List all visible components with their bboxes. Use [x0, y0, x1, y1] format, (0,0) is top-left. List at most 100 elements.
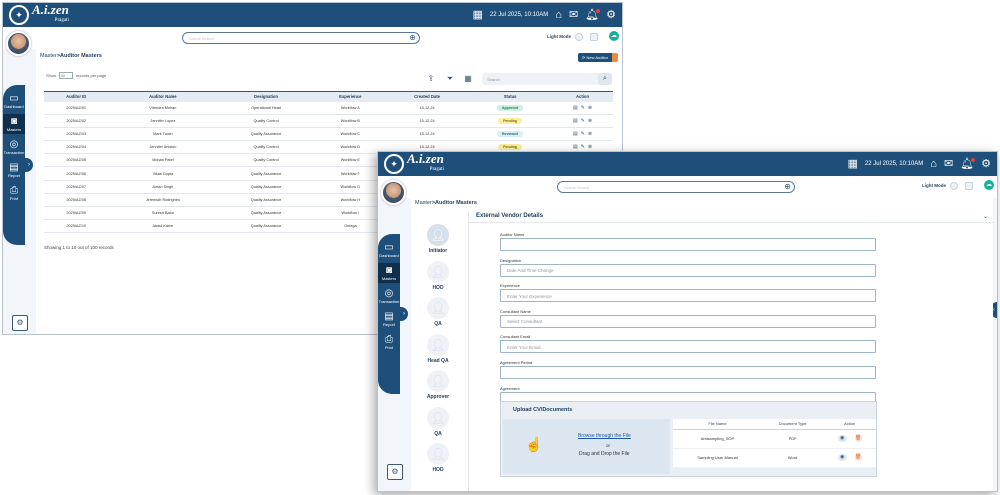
- edit-icon[interactable]: ✎: [581, 131, 585, 137]
- search-icon[interactable]: ⌕: [598, 73, 612, 85]
- home-icon[interactable]: ⌂: [930, 158, 937, 170]
- sidebar-toggle[interactable]: ›: [400, 307, 408, 321]
- records-label: records per page: [76, 73, 107, 78]
- sun-icon[interactable]: [950, 182, 958, 190]
- sidebar-item-report[interactable]: ▤ Report: [378, 309, 400, 329]
- breadcrumb-root[interactable]: Master: [415, 200, 432, 206]
- chevron-down-icon[interactable]: ⌄: [983, 213, 988, 220]
- avatar[interactable]: [6, 31, 31, 56]
- drop-zone[interactable]: ☝ Browse through the File or Drag and Dr…: [503, 419, 670, 474]
- drag-drop-label: Drag and Drop the File: [579, 451, 630, 457]
- folder-settings-icon[interactable]: ⚙: [387, 464, 403, 480]
- filter-icon[interactable]: ⏷: [445, 74, 455, 84]
- chat-icon[interactable]: ✉: [944, 158, 953, 170]
- form-input[interactable]: Enter Your Email: [500, 340, 876, 354]
- sidebar-item-print[interactable]: ⎙ Print: [378, 332, 400, 352]
- chat-bot-icon[interactable]: ☁: [984, 180, 994, 190]
- form-input[interactable]: [500, 238, 876, 251]
- sidebar-item-print[interactable]: ⎙ Print: [3, 183, 25, 203]
- browse-link[interactable]: Browse through the File: [578, 433, 631, 439]
- sidebar-item-report[interactable]: ▤ Report: [3, 160, 25, 180]
- file-type: PDF: [761, 429, 824, 449]
- edit-icon[interactable]: ✎: [581, 144, 585, 150]
- cell-experience: Workflow F: [314, 166, 386, 181]
- step-label: QA: [434, 430, 442, 437]
- sidebar-item-transaction[interactable]: ◎ Transaction: [378, 286, 400, 306]
- user-icon: 👤︎: [427, 297, 449, 319]
- vendor-panel: External Vendor Details ⌄ Auditor Name De…: [468, 211, 994, 491]
- sidebar-item-label: Masters: [381, 276, 397, 281]
- layout-icon[interactable]: [965, 182, 973, 190]
- calendar-icon[interactable]: ▦: [473, 9, 483, 21]
- table-row[interactable]: 2025/AZ/01 Virendra Mohan Operational Head…: [44, 101, 613, 116]
- trash-icon[interactable]: 🗑︎: [854, 435, 862, 442]
- gear-icon[interactable]: ⚙: [981, 158, 991, 170]
- form-input[interactable]: Enter Your Experience: [500, 289, 876, 303]
- settings-icon[interactable]: ⊗: [588, 131, 592, 137]
- form-input[interactable]: [500, 366, 876, 379]
- sidebar-item-label: Report: [7, 173, 20, 178]
- table-row[interactable]: 2025/AZ/03 Mark Twain Quality Assurance Wor…: [44, 127, 613, 142]
- cell-id: 2025/AZ/09: [44, 206, 109, 220]
- sidebar-item-masters[interactable]: ◙ Masters: [378, 263, 400, 283]
- view-doc-icon[interactable]: ▤: [573, 105, 578, 111]
- globe-icon[interactable]: ⊕: [784, 182, 791, 191]
- view-doc-icon[interactable]: ▤: [573, 131, 578, 137]
- cell-experience: Workflow I: [314, 206, 386, 220]
- export-icon[interactable]: ⇪: [426, 74, 436, 84]
- upload-section: Upload CV/Documents ☝ Browse through the…: [500, 401, 877, 477]
- sidebar-toggle[interactable]: ›: [25, 158, 33, 172]
- cell-id: 2025/AZ/05: [44, 153, 109, 168]
- breadcrumb-root[interactable]: Master: [40, 53, 57, 59]
- cell-name: Mohan Patel: [108, 153, 218, 168]
- view-doc-icon[interactable]: ▤: [573, 118, 578, 124]
- gear-icon[interactable]: ⚙: [606, 9, 616, 21]
- chat-bot-icon[interactable]: ☁: [609, 31, 619, 41]
- bell-icon[interactable]: 🔔︎: [960, 157, 976, 170]
- page-size-select[interactable]: 10: [59, 72, 74, 79]
- new-auditor-button[interactable]: ⟳ New Auditor: [578, 53, 619, 62]
- settings-icon[interactable]: ⊗: [588, 144, 592, 150]
- cell-designation: Quality Assurance: [217, 206, 315, 220]
- cell-designation: Quality Control: [217, 114, 315, 129]
- avatar[interactable]: [381, 180, 406, 205]
- cell-name: Aman Singh: [108, 180, 218, 194]
- sidebar-item-masters[interactable]: ◙ Masters: [3, 114, 25, 134]
- row-actions: ▤ ✎ ⊗: [573, 105, 592, 111]
- cell-action: ▤ ✎ ⊗: [552, 101, 613, 116]
- edit-icon[interactable]: ✎: [581, 105, 585, 111]
- eye-icon[interactable]: ◉: [837, 435, 847, 442]
- trash-icon[interactable]: 🗑︎: [854, 454, 862, 461]
- chat-icon[interactable]: ✉: [569, 9, 578, 21]
- sidebar-item-dashboard[interactable]: ▭ Dashboard: [378, 240, 400, 260]
- bell-icon[interactable]: 🔔︎: [585, 8, 601, 21]
- globe-icon[interactable]: ⊕: [409, 33, 416, 42]
- settings-icon[interactable]: ⊗: [588, 105, 592, 111]
- global-search-input[interactable]: Global Search ⊕: [557, 181, 795, 193]
- edit-icon[interactable]: ✎: [581, 118, 585, 124]
- file-row: Sampling User Manual Word ◉ 🗑︎: [673, 448, 876, 468]
- table-row[interactable]: 2025/AZ/02 Jennifer Lopez Quality Control W…: [44, 114, 613, 129]
- workflow-stepper: 👤︎ Initiator 👤︎ HOD 👤︎ QA 👤︎ Head QA 👤︎ Approver 👤…: [423, 224, 453, 480]
- layout-icon[interactable]: [590, 33, 598, 41]
- global-search-input[interactable]: Global Search ⊕: [182, 32, 420, 44]
- calendar-icon[interactable]: ▦: [848, 158, 858, 170]
- calendar-grid-icon[interactable]: ▦: [463, 74, 473, 84]
- dashboard-icon: ▭: [384, 242, 394, 253]
- sub-bar: Global Search ⊕ Light Mode ☁: [3, 27, 622, 49]
- form-input[interactable]: Date And Time Change: [500, 263, 876, 277]
- table-footer: Showing 1 to 10 out of 100 records: [44, 245, 114, 250]
- settings-icon[interactable]: ⊗: [588, 118, 592, 124]
- sidebar-item-transaction[interactable]: ◎ Transaction: [3, 137, 25, 157]
- sidebar-item-dashboard[interactable]: ▭ Dashboard: [3, 91, 25, 111]
- row-actions: ▤ ✎ ⊗: [573, 118, 592, 124]
- folder-settings-icon[interactable]: ⚙: [12, 315, 28, 331]
- sun-icon[interactable]: [575, 33, 583, 41]
- step-label: QA: [434, 321, 442, 327]
- eye-icon[interactable]: ◉: [837, 454, 847, 461]
- home-icon[interactable]: ⌂: [555, 9, 562, 21]
- form-input[interactable]: Select Consultant: [500, 314, 876, 328]
- table-search-input[interactable]: Search ⌕: [482, 73, 612, 85]
- view-doc-icon[interactable]: ▤: [573, 144, 578, 150]
- new-auditor-label: New Auditor: [586, 55, 609, 60]
